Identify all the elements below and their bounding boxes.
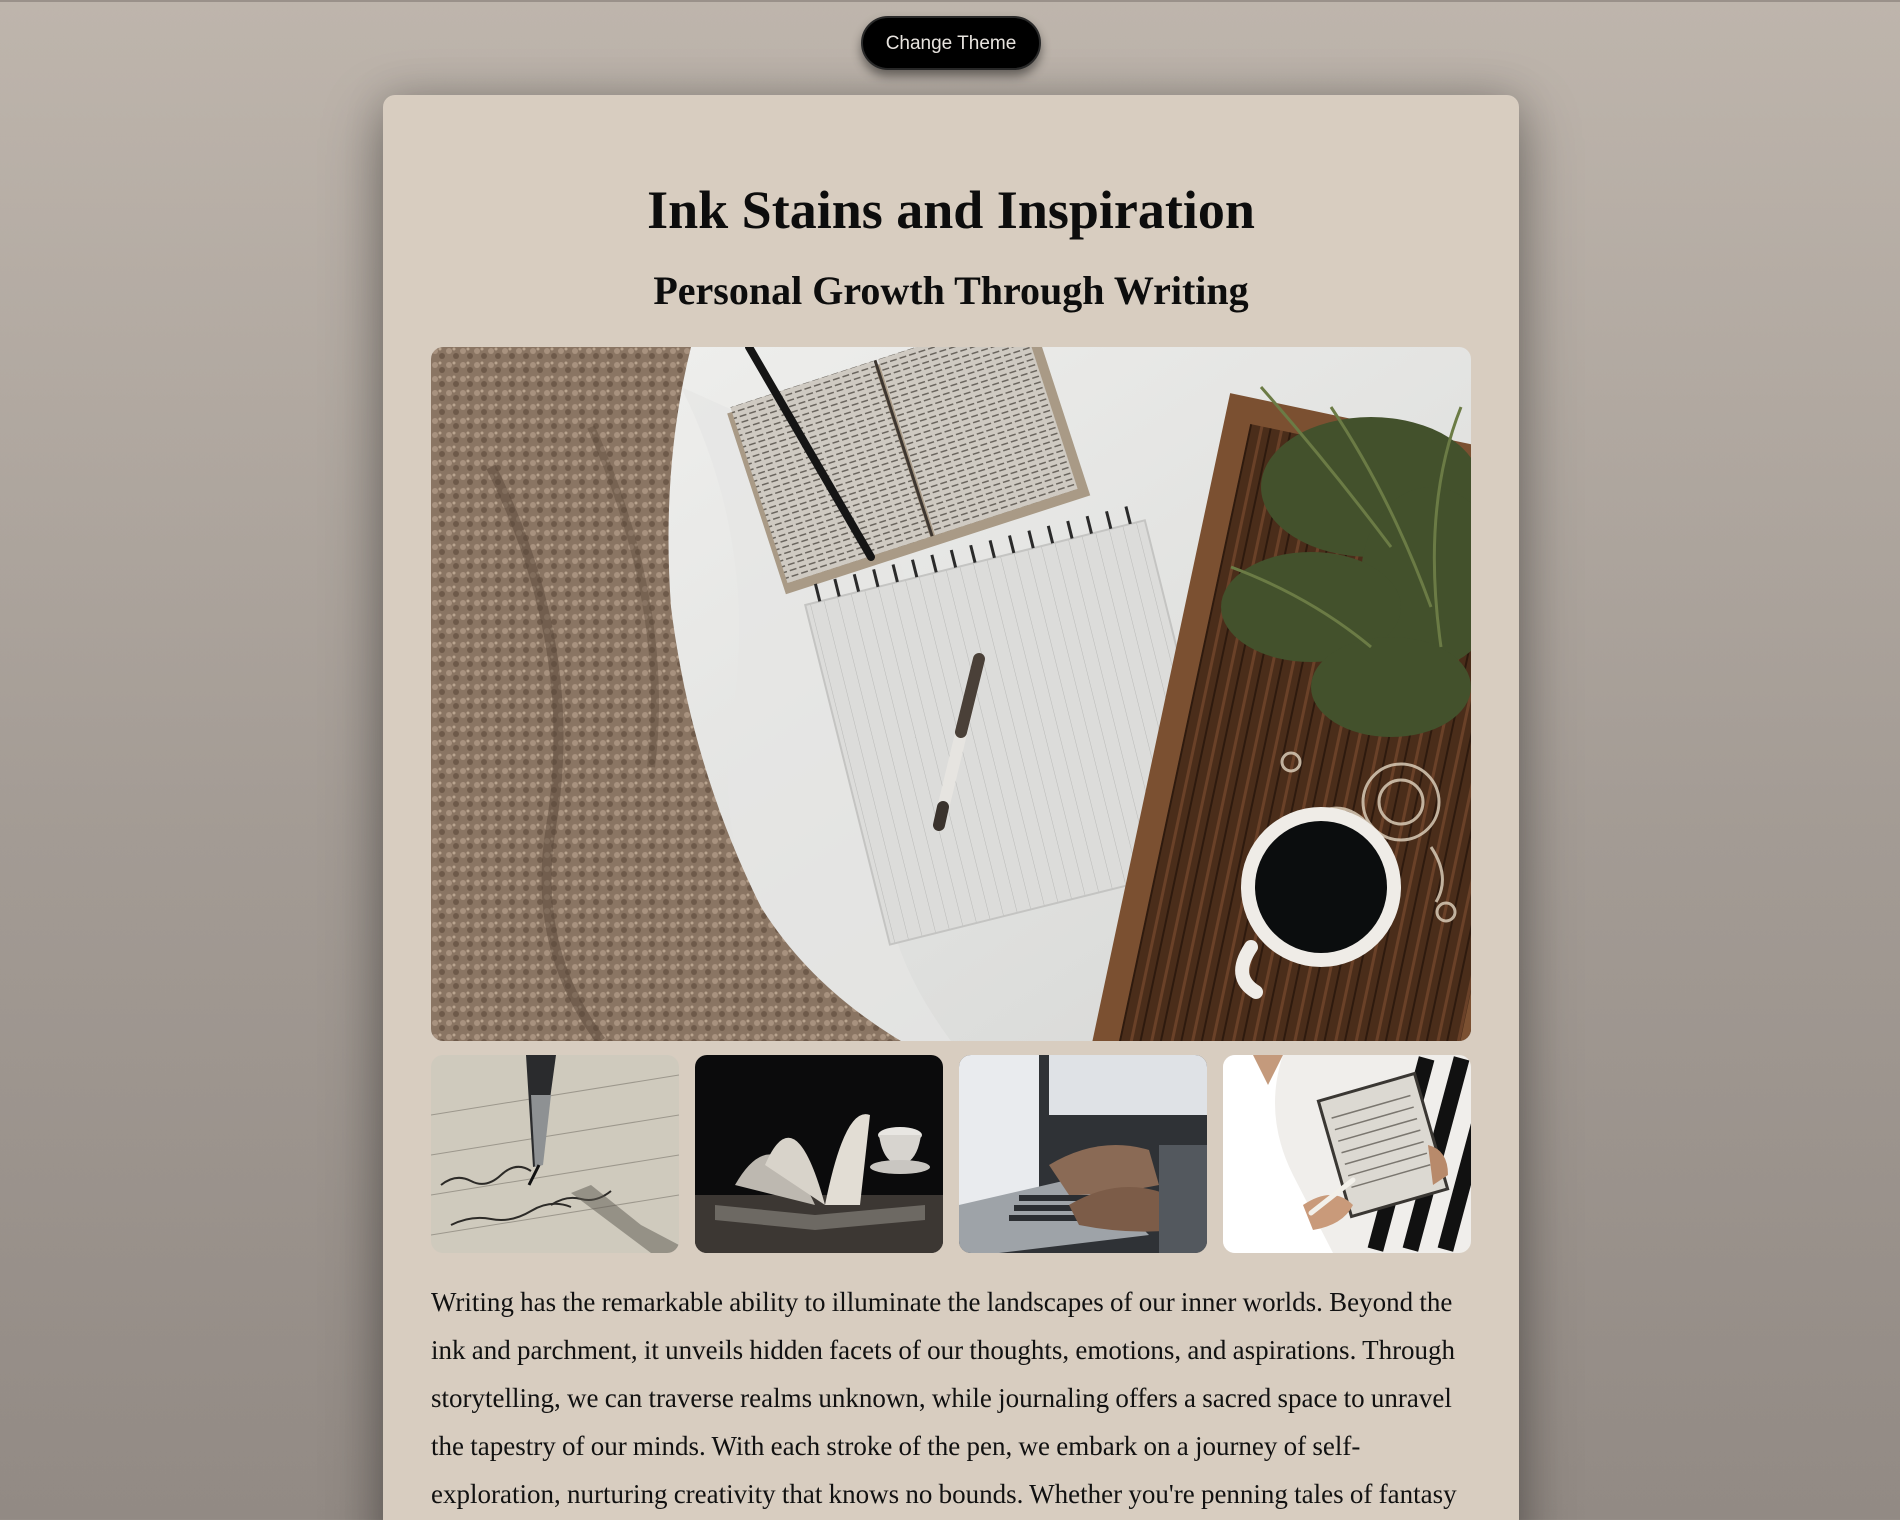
thumbnail-open-book[interactable] <box>695 1055 943 1253</box>
article-card: Ink Stains and Inspiration Personal Grow… <box>383 95 1519 1520</box>
thumbnail-fountain-pen[interactable] <box>431 1055 679 1253</box>
thumbnail-journal[interactable] <box>1223 1055 1471 1253</box>
article-body: Writing has the remarkable ability to il… <box>431 1287 1457 1509</box>
thumbnail-laptop[interactable] <box>959 1055 1207 1253</box>
change-theme-button[interactable]: Change Theme <box>861 16 1041 70</box>
page-title: Ink Stains and Inspiration <box>647 180 1255 240</box>
window-top-edge <box>0 0 1900 2</box>
thumbnail-gallery <box>431 1055 1471 1253</box>
page-subtitle: Personal Growth Through Writing <box>653 268 1249 313</box>
hero-image <box>431 347 1471 1041</box>
